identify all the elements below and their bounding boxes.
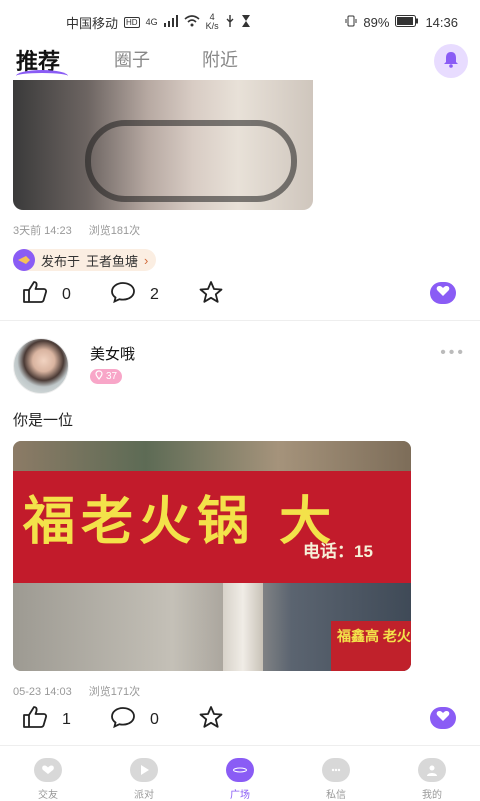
like-button[interactable]: 1 — [22, 705, 71, 734]
hd-badge: HD — [124, 16, 140, 28]
photo-sign-secondary: 福鑫高 老火 — [331, 621, 411, 671]
planet-icon — [226, 758, 254, 782]
chevron-right-icon: › — [144, 252, 149, 268]
usb-icon — [225, 14, 235, 30]
post-meta: 3天前 14:23 浏览181次 — [13, 222, 154, 238]
photo-sign-text: 福老火锅 大 — [23, 492, 338, 552]
more-options-icon[interactable]: ••• — [440, 344, 466, 362]
carrier-label: 中国移动 — [66, 15, 119, 31]
bell-icon — [442, 50, 460, 73]
thumbs-up-icon — [22, 280, 48, 309]
comment-count: 0 — [150, 710, 159, 728]
comment-icon — [110, 280, 136, 309]
username[interactable]: 美女哦 — [90, 343, 135, 364]
tab-circles[interactable]: 圈子 — [114, 46, 150, 72]
tab-label: 私信 — [326, 790, 346, 801]
message-icon — [322, 758, 350, 782]
heart-icon — [436, 284, 450, 302]
circle-tag[interactable]: 发布于 王者鱼塘 › — [13, 249, 157, 271]
favorite-button[interactable] — [198, 280, 224, 309]
post-views: 浏览171次 — [88, 686, 141, 698]
battery-icon — [395, 14, 419, 30]
post-image[interactable]: 福老火锅 大 电话：15 福鑫高 老火 — [13, 441, 411, 671]
post-actions: 1 0 — [0, 705, 480, 735]
vibrate-icon — [345, 15, 357, 30]
status-bar: 中国移动 HD 4G 4 K/s 89% 14:36 — [0, 0, 480, 44]
status-left: 中国移动 HD 4G 4 K/s — [66, 13, 251, 32]
tab-label: 广场 — [230, 790, 250, 801]
comment-count: 2 — [150, 285, 159, 303]
circle-badge-icon — [13, 249, 35, 271]
signal-icon — [163, 14, 178, 30]
tab-profile[interactable]: 我的 — [402, 758, 462, 801]
net-speed-unit: K/s — [205, 21, 219, 31]
photo-pillar — [223, 583, 263, 671]
circle-name: 王者鱼塘 — [86, 253, 139, 269]
published-prefix: 发布于 — [41, 253, 81, 269]
post-meta: 05-23 14:03 浏览171次 — [13, 683, 154, 699]
net-speed: 4 K/s — [206, 13, 219, 31]
location-pin-icon — [95, 370, 103, 383]
clock: 14:36 — [425, 14, 458, 30]
level-value: 37 — [106, 371, 118, 382]
post-image[interactable] — [13, 80, 313, 210]
notification-button[interactable] — [434, 44, 468, 78]
gift-button[interactable] — [430, 707, 456, 729]
chat-icon — [34, 758, 62, 782]
like-button[interactable]: 0 — [22, 280, 71, 309]
tab-label: 交友 — [38, 790, 58, 801]
post-time: 05-23 14:03 — [13, 686, 72, 698]
photo-sign: 福老火锅 大 电话：15 — [13, 471, 411, 583]
tab-party[interactable]: 派对 — [114, 758, 174, 801]
avatar[interactable] — [13, 338, 69, 394]
favorite-button[interactable] — [198, 705, 224, 734]
photo-sign-tel: 电话：15 — [303, 542, 373, 561]
thumbs-up-icon — [22, 705, 48, 734]
hourglass-icon — [241, 14, 251, 30]
tab-messages[interactable]: 私信 — [306, 758, 366, 801]
tab-nearby[interactable]: 附近 — [202, 46, 238, 72]
like-count: 0 — [62, 285, 71, 303]
top-tabs: 推荐 圈子 附近 — [0, 46, 480, 76]
post-views: 浏览181次 — [88, 225, 141, 237]
play-icon — [130, 758, 158, 782]
avatar-icon — [418, 758, 446, 782]
comment-icon — [110, 705, 136, 734]
post-actions: 0 2 — [0, 280, 480, 310]
post-time: 3天前 14:23 — [13, 225, 72, 237]
like-count: 1 — [62, 710, 71, 728]
photo-background — [13, 441, 411, 471]
battery-percent: 89% — [363, 14, 390, 30]
star-icon — [198, 280, 224, 309]
bottom-tab-bar: 交友 派对 广场 私信 我的 — [0, 745, 480, 801]
photo-subject — [85, 120, 297, 202]
tab-label: 派对 — [134, 790, 154, 801]
post-divider — [0, 320, 480, 321]
active-tab-indicator — [16, 70, 68, 76]
comment-button[interactable]: 0 — [110, 705, 159, 734]
heart-icon — [436, 709, 450, 727]
tab-label: 我的 — [422, 790, 442, 801]
post-text: 你是一位 — [13, 412, 74, 429]
gift-button[interactable] — [430, 282, 456, 304]
level-badge: 37 — [90, 369, 123, 384]
wifi-icon — [184, 14, 200, 30]
star-icon — [198, 705, 224, 734]
comment-button[interactable]: 2 — [110, 280, 159, 309]
network-type: 4G — [145, 16, 158, 27]
tab-friends[interactable]: 交友 — [18, 758, 78, 801]
status-right: 89% 14:36 — [345, 14, 458, 30]
tab-square[interactable]: 广场 — [210, 758, 270, 801]
